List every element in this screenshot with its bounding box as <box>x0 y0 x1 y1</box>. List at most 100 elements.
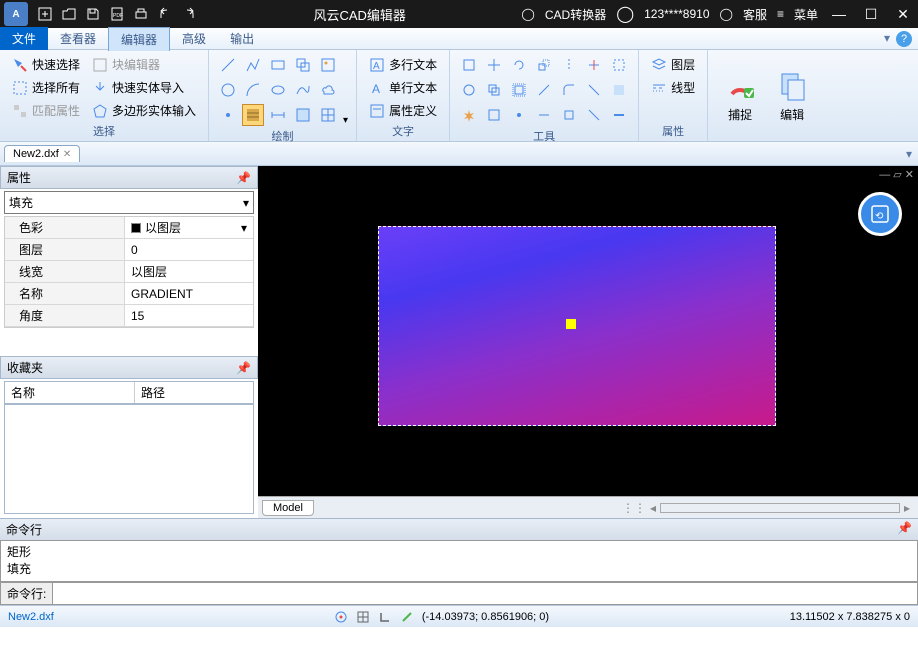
rect2-tool[interactable] <box>292 54 314 76</box>
scroll-left-icon[interactable]: ◂ <box>650 501 656 515</box>
entity-import-button[interactable]: 快速实体导入 <box>88 77 200 98</box>
layer-button[interactable]: 图层 <box>647 54 699 75</box>
entity-import-icon <box>92 80 108 96</box>
circle-tool[interactable] <box>217 79 239 101</box>
close-button[interactable]: ✕ <box>892 3 914 25</box>
selection-grip[interactable] <box>566 319 576 329</box>
tool-18[interactable] <box>533 104 555 126</box>
converter-link[interactable]: CAD转换器 <box>545 6 606 23</box>
menu-advanced[interactable]: 高级 <box>170 27 218 50</box>
menu-viewer[interactable]: 查看器 <box>48 27 108 50</box>
pin-icon[interactable]: 📌 <box>236 361 251 375</box>
horizontal-scrollbar[interactable] <box>660 503 900 513</box>
qat-print-icon[interactable] <box>132 5 150 23</box>
qat-save-icon[interactable] <box>84 5 102 23</box>
tool-17[interactable] <box>508 104 530 126</box>
status-snap-icon[interactable] <box>334 610 348 624</box>
draw-tools-grid <box>217 54 339 126</box>
stext-button[interactable]: A单行文本 <box>365 77 441 98</box>
gradient-hatch-object[interactable] <box>378 226 776 426</box>
move-tool[interactable] <box>483 54 505 76</box>
support-link[interactable]: 客服 <box>743 6 767 23</box>
spline-tool[interactable] <box>292 79 314 101</box>
tool-8[interactable] <box>458 79 480 101</box>
explode-tool[interactable] <box>458 104 480 126</box>
properties-panel-header: 属性 📌 <box>0 166 258 189</box>
drawing-canvas[interactable]: — ▱ ✕ ⟲ <box>258 166 918 496</box>
rect-tool[interactable] <box>267 54 289 76</box>
tabbar-dropdown-icon[interactable]: ▾ <box>906 147 912 161</box>
tool-16[interactable] <box>483 104 505 126</box>
prop-row: 色彩以图层▾ <box>5 217 253 239</box>
scale-tool[interactable] <box>533 54 555 76</box>
status-grid-icon[interactable] <box>356 610 370 624</box>
linetype-button[interactable]: 线型 <box>647 77 699 98</box>
qat-pdf-icon[interactable]: PDF <box>108 5 126 23</box>
copy-tool[interactable] <box>483 79 505 101</box>
property-type-select[interactable]: 填充 ▾ <box>4 191 254 214</box>
qat-undo-icon[interactable] <box>156 5 174 23</box>
attdef-button[interactable]: 属性定义 <box>365 100 441 121</box>
maximize-button[interactable]: ☐ <box>860 3 882 25</box>
menu-link[interactable]: 菜单 <box>794 6 818 23</box>
tools-grid <box>458 54 630 126</box>
close-tab-icon[interactable]: ✕ <box>63 149 71 160</box>
image-tool[interactable] <box>317 54 339 76</box>
tool-20[interactable] <box>583 104 605 126</box>
mtext-button[interactable]: A多行文本 <box>365 54 441 75</box>
command-input[interactable] <box>53 583 917 604</box>
region-tool[interactable] <box>292 104 314 126</box>
tab-grip-icon[interactable]: ⋮⋮ <box>622 501 646 515</box>
select-all-button[interactable]: 选择所有 <box>8 77 84 98</box>
tool-1[interactable] <box>458 54 480 76</box>
tool-21[interactable] <box>608 104 630 126</box>
layer-icon <box>651 57 667 73</box>
file-tab[interactable]: New2.dxf ✕ <box>4 145 80 162</box>
edit-button[interactable]: 编辑 <box>768 54 816 139</box>
hatch-tool[interactable] <box>242 104 264 126</box>
polyline-tool[interactable] <box>242 54 264 76</box>
quick-select-button[interactable]: 快速选择 <box>8 54 84 75</box>
dim-tool[interactable] <box>267 104 289 126</box>
ellipse-tool[interactable] <box>267 79 289 101</box>
menu-output[interactable]: 输出 <box>218 27 266 50</box>
tool-13[interactable] <box>583 79 605 101</box>
rotate-tool[interactable] <box>508 54 530 76</box>
minimize-button[interactable]: — <box>828 3 850 25</box>
pin-icon[interactable]: 📌 <box>236 171 251 185</box>
tool-19[interactable] <box>558 104 580 126</box>
offset-tool[interactable] <box>508 79 530 101</box>
stext-icon: A <box>369 80 385 96</box>
ribbon-group-props-label: 属性 <box>647 121 699 139</box>
cloud-tool[interactable] <box>317 79 339 101</box>
qat-new-icon[interactable] <box>36 5 54 23</box>
trim-tool[interactable] <box>583 54 605 76</box>
status-polar-icon[interactable] <box>400 610 414 624</box>
qat-open-icon[interactable] <box>60 5 78 23</box>
help-icon[interactable]: ? <box>896 31 912 47</box>
extend-tool[interactable] <box>533 79 555 101</box>
tool-7[interactable] <box>608 54 630 76</box>
snap-button[interactable]: 捕捉 <box>716 54 764 139</box>
pin-icon[interactable]: 📌 <box>897 521 912 538</box>
polygon-input-button[interactable]: 多边形实体输入 <box>88 100 200 121</box>
mtext-icon: A <box>369 57 385 73</box>
tool-14[interactable] <box>608 79 630 101</box>
view-cube-icon[interactable]: ⟲ <box>858 192 902 236</box>
table-tool[interactable] <box>317 104 339 126</box>
qat-redo-icon[interactable] <box>180 5 198 23</box>
line-tool[interactable] <box>217 54 239 76</box>
model-tab[interactable]: Model <box>262 500 314 516</box>
canvas-window-controls[interactable]: — ▱ ✕ <box>879 168 914 181</box>
menu-editor[interactable]: 编辑器 <box>108 27 170 51</box>
arc-tool[interactable] <box>242 79 264 101</box>
point-tool[interactable] <box>217 104 239 126</box>
toolbar-dropdown-icon[interactable]: ▾ <box>884 31 890 47</box>
status-ortho-icon[interactable] <box>378 610 392 624</box>
scroll-right-icon[interactable]: ▸ <box>904 501 910 515</box>
fillet-tool[interactable] <box>558 79 580 101</box>
user-avatar-icon: ◯ <box>616 4 634 24</box>
draw-dropdown[interactable]: ▾ <box>343 115 348 126</box>
menu-file[interactable]: 文件 <box>0 27 48 50</box>
mirror-tool[interactable] <box>558 54 580 76</box>
